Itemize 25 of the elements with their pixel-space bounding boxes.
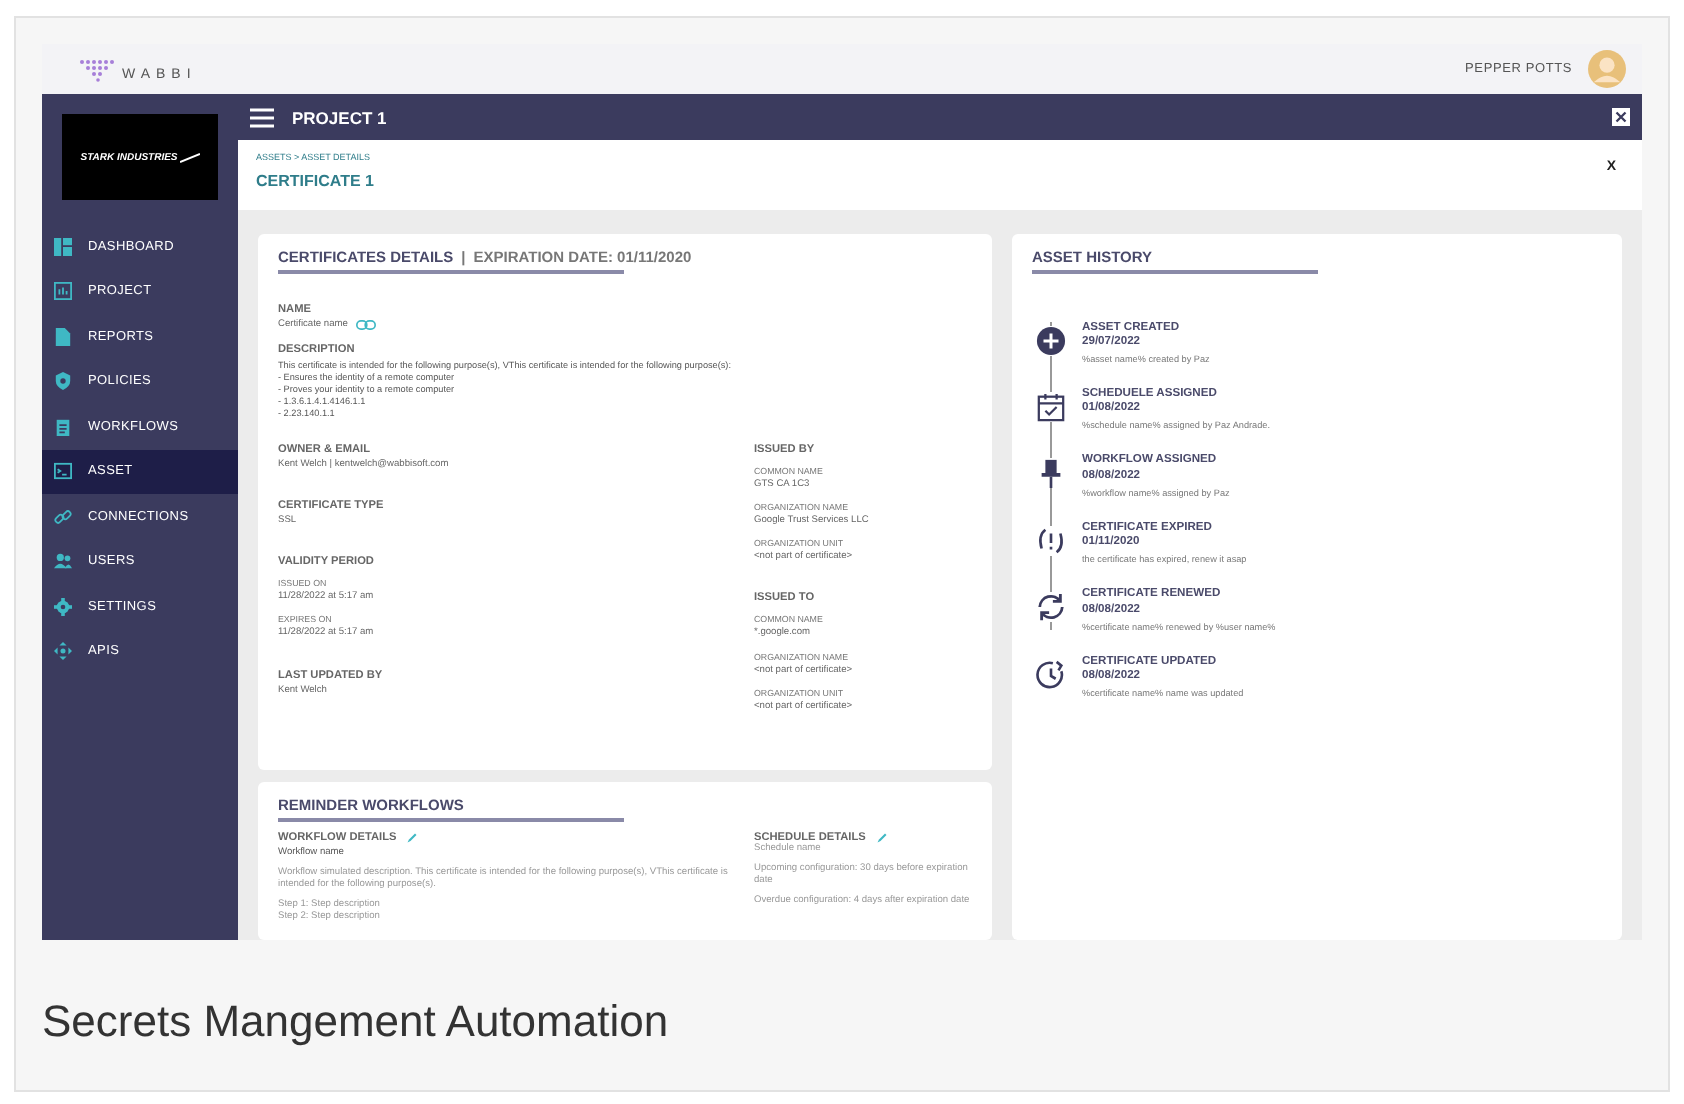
page-title: CERTIFICATE 1 xyxy=(256,172,374,190)
project-title: PROJECT 1 xyxy=(292,107,387,127)
pencil-icon[interactable] xyxy=(875,831,888,843)
link-icon xyxy=(54,507,72,526)
refresh-icon xyxy=(1036,592,1066,623)
arrows-icon xyxy=(54,642,72,661)
grid-icon xyxy=(54,237,72,256)
shield-icon xyxy=(54,372,72,391)
gear-icon xyxy=(54,597,72,616)
document-icon xyxy=(54,327,72,346)
caption-text: Secrets Mangement Automation xyxy=(42,994,671,1048)
close-icon[interactable] xyxy=(1612,108,1630,126)
users-icon xyxy=(54,552,72,571)
link-icon[interactable] xyxy=(355,320,376,331)
triangle-logo-icon xyxy=(78,57,118,81)
calendar-check-icon xyxy=(1036,391,1066,422)
clipboard-icon xyxy=(54,417,72,436)
slash-icon xyxy=(179,151,200,163)
avatar-icon[interactable] xyxy=(1588,50,1626,88)
menu-icon[interactable] xyxy=(250,107,274,127)
plus-circle-icon xyxy=(1036,325,1066,355)
clock-history-icon xyxy=(1036,659,1066,690)
terminal-icon xyxy=(54,462,72,481)
chart-icon xyxy=(54,282,72,301)
pencil-icon[interactable] xyxy=(406,831,419,843)
